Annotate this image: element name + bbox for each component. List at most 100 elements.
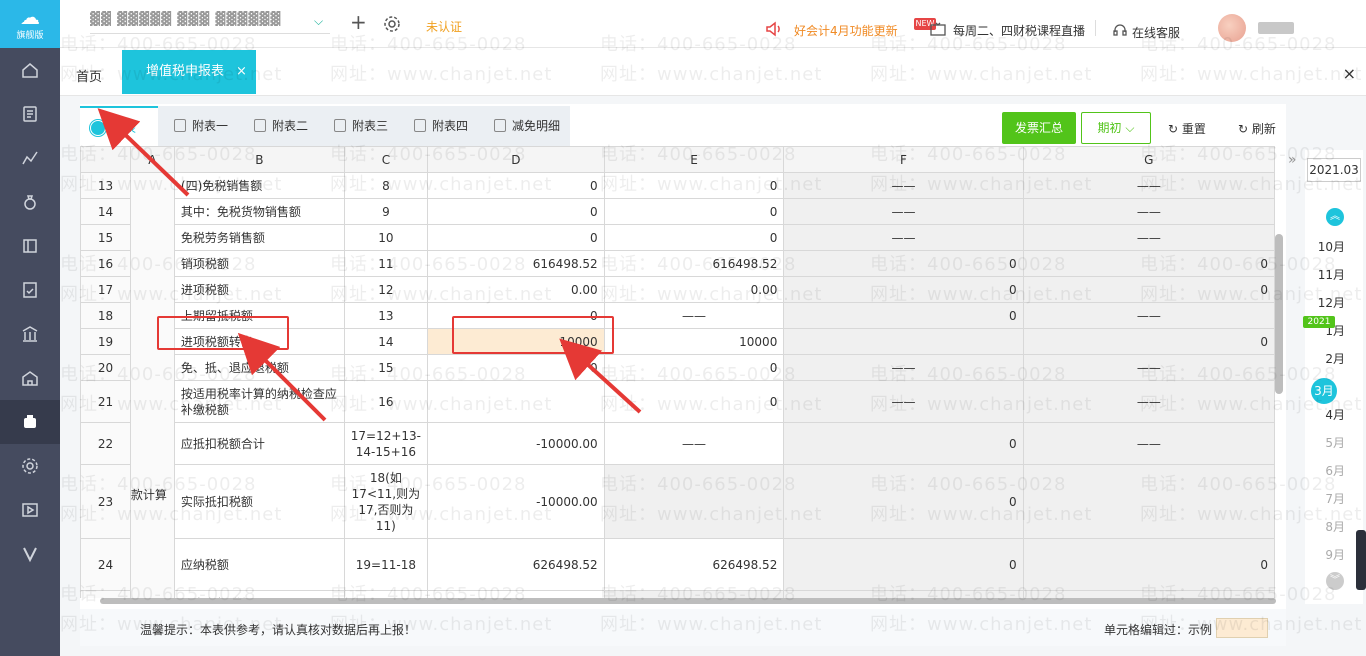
cell-f[interactable]: 0 bbox=[783, 590, 1024, 598]
cell-e[interactable]: 0 bbox=[603, 198, 785, 225]
column-header-f: F bbox=[783, 146, 1024, 173]
month-item[interactable]: 10月 bbox=[1305, 238, 1345, 255]
table-row: 24 应纳税额 19=11-18 626498.52 626498.52 0 0 bbox=[80, 538, 1275, 591]
update-notice-link[interactable]: 好会计4月功能更新 bbox=[794, 22, 898, 39]
nav-vouchers[interactable] bbox=[0, 92, 60, 136]
nav-home[interactable] bbox=[0, 48, 60, 92]
cell-g[interactable]: 0 bbox=[1022, 328, 1275, 355]
cell-f[interactable] bbox=[783, 328, 1024, 355]
nav-ledger[interactable] bbox=[0, 224, 60, 268]
cell-d[interactable]: 626498.52 bbox=[427, 538, 605, 591]
cell-f[interactable]: 0 bbox=[783, 302, 1024, 329]
nav-v[interactable] bbox=[0, 532, 60, 576]
period-dropdown[interactable]: 期初 ⌵ bbox=[1081, 112, 1151, 144]
nav-assets[interactable] bbox=[0, 312, 60, 356]
nav-finance[interactable] bbox=[0, 180, 60, 224]
nav-bank[interactable] bbox=[0, 356, 60, 400]
invoice-summary-button[interactable]: 发票汇总 bbox=[1002, 112, 1076, 144]
cell-f: —— bbox=[783, 198, 1024, 225]
cell-f[interactable]: 0 bbox=[783, 250, 1024, 277]
cell-g: —— bbox=[1022, 224, 1275, 251]
cell-d[interactable]: 0 bbox=[427, 198, 605, 225]
tab-home[interactable]: 首页 bbox=[76, 66, 102, 85]
avatar[interactable] bbox=[1218, 14, 1246, 42]
subtab-schedule-2[interactable]: 附表二 bbox=[244, 106, 324, 146]
cell-g[interactable]: 0 bbox=[1022, 250, 1275, 277]
cell-g[interactable] bbox=[1022, 590, 1275, 598]
cell-e[interactable]: 626498.52 bbox=[603, 538, 785, 591]
subtab-schedule-4[interactable]: 附表四 bbox=[404, 106, 484, 146]
cell-d[interactable]: 0 bbox=[427, 172, 605, 199]
username[interactable] bbox=[1258, 22, 1294, 34]
cell-e[interactable]: 616498.52 bbox=[603, 250, 785, 277]
month-item[interactable]: 9月 bbox=[1305, 546, 1345, 563]
double-chevron-right-icon[interactable]: » bbox=[1288, 152, 1297, 168]
cell-f[interactable]: 0 bbox=[783, 422, 1024, 465]
refresh-button[interactable]: ↻ 刷新 bbox=[1238, 120, 1276, 137]
cell-d[interactable]: 0 bbox=[427, 224, 605, 251]
cell-d[interactable]: 616498.52 bbox=[427, 250, 605, 277]
period-input[interactable]: 2021.03 bbox=[1307, 158, 1361, 182]
vertical-scrollbar[interactable] bbox=[1275, 234, 1283, 394]
chevron-down-icon[interactable]: ︾ bbox=[1326, 572, 1344, 590]
month-item[interactable]: 2月 bbox=[1305, 350, 1345, 367]
nav-reports[interactable] bbox=[0, 136, 60, 180]
month-item[interactable]: 7月 bbox=[1305, 490, 1345, 507]
cell-f[interactable]: 0 bbox=[783, 464, 1024, 539]
subtab-exemption[interactable]: 减免明细 bbox=[484, 106, 570, 146]
cell-d[interactable]: 0 bbox=[427, 354, 605, 381]
chevron-down-icon[interactable]: ⌵ bbox=[314, 14, 323, 29]
online-service-link[interactable]: 在线客服 bbox=[1132, 24, 1180, 41]
plus-icon[interactable]: + bbox=[350, 10, 367, 34]
cell-d[interactable] bbox=[427, 380, 605, 423]
month-item[interactable]: 4月 bbox=[1305, 406, 1345, 423]
nav-tax[interactable] bbox=[0, 400, 60, 444]
cell-d[interactable]: 0.00 bbox=[427, 590, 605, 598]
cell-e[interactable]: 0 bbox=[603, 224, 785, 251]
subtab-schedule-1[interactable]: 附表一 bbox=[164, 106, 244, 146]
tab-vat-return[interactable]: 增值税申报表 × bbox=[122, 50, 256, 94]
live-course-link[interactable]: 每周二、四财税课程直播 bbox=[953, 22, 1085, 39]
close-all-icon[interactable]: × bbox=[1343, 64, 1356, 83]
cell-f[interactable]: 0 bbox=[783, 538, 1024, 591]
cell-e[interactable] bbox=[603, 464, 785, 539]
cell-d[interactable]: -10000.00 bbox=[427, 464, 605, 539]
reset-button[interactable]: ↻ 重置 bbox=[1168, 120, 1206, 137]
cell-d[interactable]: -10000.00 bbox=[427, 422, 605, 465]
subtab-schedule-3[interactable]: 附表三 bbox=[324, 106, 404, 146]
item-name: 其中：免税货物销售额 bbox=[173, 198, 345, 225]
cell-f: —— bbox=[783, 380, 1024, 423]
cell-d[interactable]: 0.00 bbox=[427, 276, 605, 303]
settings-icon[interactable] bbox=[383, 15, 401, 33]
month-item[interactable]: 3月 bbox=[1311, 378, 1337, 404]
nav-settings[interactable] bbox=[0, 444, 60, 488]
cell-g: —— bbox=[1022, 422, 1275, 465]
cell-e[interactable]: 0 bbox=[603, 172, 785, 199]
cell-e[interactable] bbox=[603, 590, 785, 598]
cell-g[interactable]: 0 bbox=[1022, 276, 1275, 303]
app-logo[interactable]: ☁ 旗舰版 bbox=[0, 0, 60, 48]
cell-g[interactable]: 0 bbox=[1022, 538, 1275, 591]
month-item[interactable]: 12月 bbox=[1305, 294, 1345, 311]
month-item[interactable]: 5月 bbox=[1305, 434, 1345, 451]
cell-e[interactable]: 0.00 bbox=[603, 276, 785, 303]
chevron-up-icon[interactable]: ︽ bbox=[1326, 208, 1344, 226]
cell-g[interactable] bbox=[1022, 464, 1275, 539]
cell-e[interactable]: 10000 bbox=[603, 328, 785, 355]
item-formula: 12 bbox=[343, 276, 429, 303]
cell-e[interactable]: 0 bbox=[603, 354, 785, 381]
cell-e[interactable]: 0 bbox=[603, 380, 785, 423]
subtab-main[interactable]: 主表 bbox=[80, 106, 158, 146]
table-row: 22 应抵扣税额合计 17=12+13-14-15+16 -10000.00 —— 0 —— bbox=[80, 422, 1275, 465]
side-handle[interactable] bbox=[1356, 530, 1366, 590]
cell-f[interactable]: 0 bbox=[783, 276, 1024, 303]
nav-video[interactable] bbox=[0, 488, 60, 532]
month-item[interactable]: 11月 bbox=[1305, 266, 1345, 283]
month-item[interactable]: 8月 bbox=[1305, 518, 1345, 535]
nav-invoice[interactable] bbox=[0, 268, 60, 312]
close-icon[interactable]: × bbox=[236, 50, 247, 94]
company-selector[interactable]: ▓▓ ▓▓▓▓▓ ▓▓▓ ▓▓▓▓▓▓ bbox=[90, 12, 330, 34]
month-item[interactable]: 6月 bbox=[1305, 462, 1345, 479]
horizontal-scrollbar[interactable] bbox=[100, 598, 1276, 604]
unverified-badge[interactable]: 未认证 bbox=[426, 18, 462, 35]
